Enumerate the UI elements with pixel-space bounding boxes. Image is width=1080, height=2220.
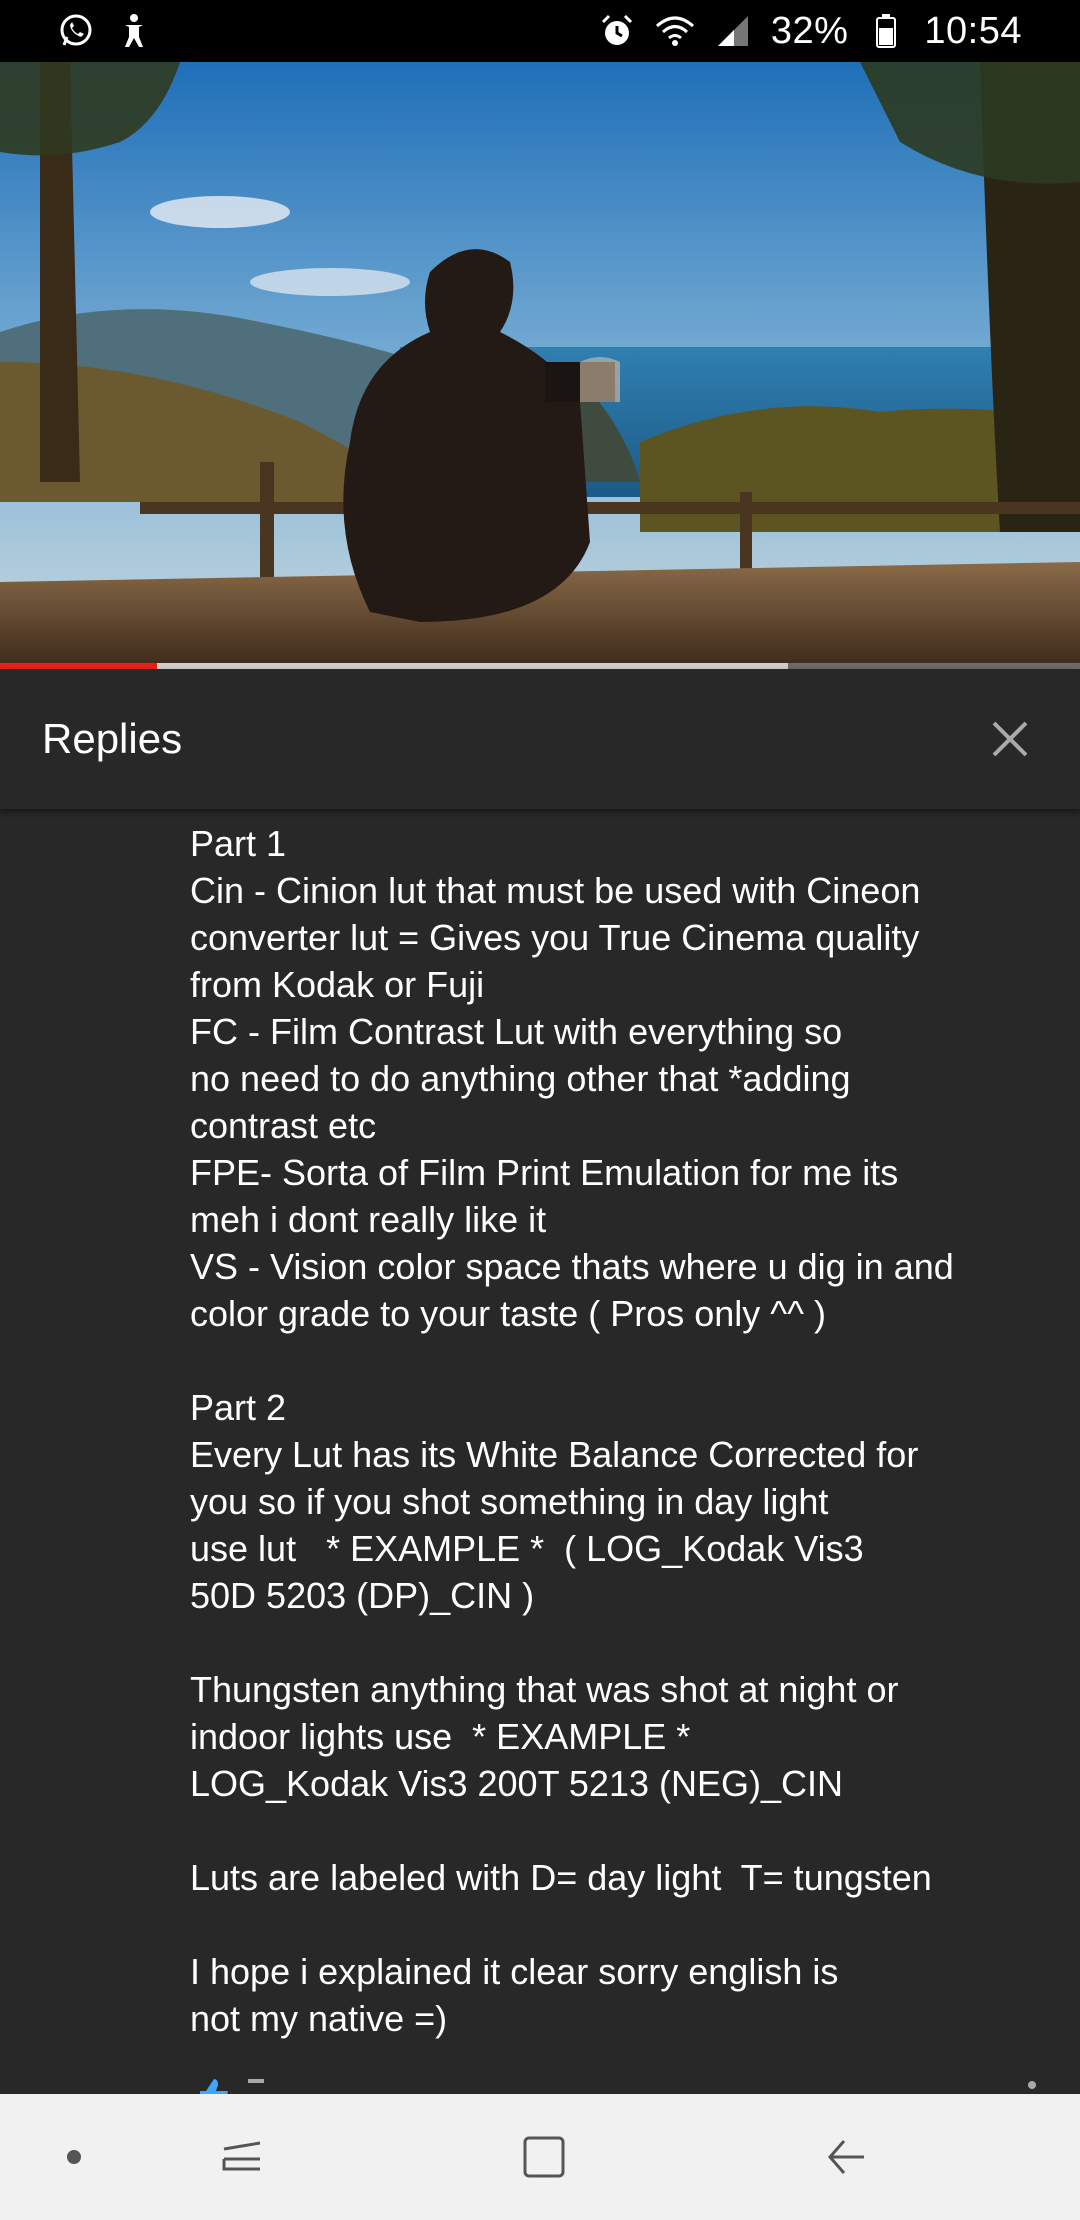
video-player[interactable] [0,62,1080,668]
back-button[interactable] [787,2094,907,2220]
status-bar: 32% 10:54 [0,0,1080,62]
accessibility-icon [114,11,154,51]
video-frame [0,62,1080,668]
close-icon [992,721,1028,757]
back-icon [828,2140,864,2174]
replies-header: Replies [0,669,1080,809]
signal-icon [713,11,753,51]
battery-percent: 32% [770,9,849,52]
clock-time: 10:54 [924,9,1022,52]
more-options-icon[interactable] [1028,2081,1036,2089]
replies-title: Replies [42,715,183,762]
recent-apps-icon [222,2141,261,2171]
thumbs-up-icon[interactable] [196,2077,232,2094]
alarm-icon [597,11,637,51]
navigation-bar [0,2094,1080,2220]
home-icon [523,2136,565,2178]
reply-text: Part 1 Cin - Cinion lut that must be use… [190,823,954,2039]
like-count [248,2079,264,2083]
whatsapp-icon [56,11,96,51]
wifi-icon [655,11,695,51]
battery-icon [866,11,906,51]
reply-content[interactable]: Part 1 Cin - Cinion lut that must be use… [0,809,1080,2094]
close-button[interactable] [982,711,1038,767]
home-button[interactable] [484,2094,604,2220]
nav-dot-button[interactable] [14,2094,134,2220]
recent-apps-button[interactable] [182,2094,302,2220]
dot-icon [67,2150,81,2164]
